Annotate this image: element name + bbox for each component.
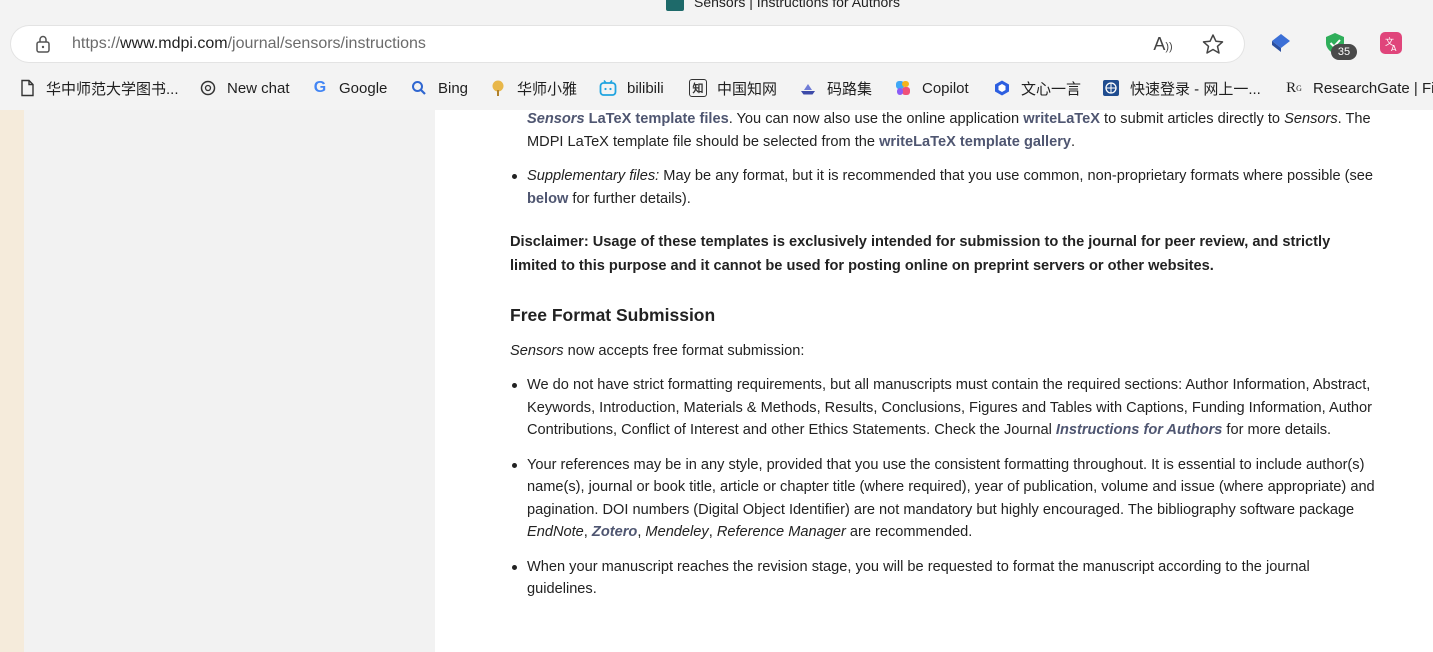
- mdpi-favicon-icon: [666, 0, 684, 11]
- extension-icon[interactable]: [1268, 30, 1294, 56]
- bookmark-label: bilibili: [627, 79, 664, 97]
- bookmark-item[interactable]: bilibili: [599, 78, 664, 98]
- intro-journal-name: Sensors: [510, 342, 564, 359]
- bookmark-item[interactable]: New chat: [199, 78, 290, 98]
- bookmark-label: 华中师范大学图书...: [46, 80, 179, 98]
- extension-badge: 35: [1331, 44, 1357, 60]
- bookmark-label: Bing: [438, 79, 469, 97]
- mendeley-text: Mendeley: [645, 524, 709, 540]
- requirements-text-after: for more details.: [1222, 422, 1332, 438]
- supplementary-text-1: May be any format, but it is recommended…: [659, 168, 1374, 184]
- tab-title: Sensors | Instructions for Authors: [694, 0, 900, 10]
- favorite-star-icon[interactable]: [1201, 33, 1225, 55]
- bookmark-label: 华师小雅: [517, 80, 578, 98]
- bookmark-label: 快速登录 - 网上一...: [1130, 80, 1261, 98]
- cnki-icon: 知: [689, 79, 707, 97]
- supplementary-label: Supplementary files:: [527, 168, 660, 184]
- bookmark-label: ResearchGate | Fin: [1313, 79, 1433, 97]
- title-bar: Sensors | Instructions for Authors: [0, 0, 1433, 22]
- journal-name: Sensors: [1284, 111, 1338, 127]
- below-link[interactable]: below: [527, 191, 568, 207]
- latex-text-1: . You can now also use the online applic…: [728, 111, 1024, 127]
- read-aloud-icon[interactable]: A)): [1151, 34, 1175, 54]
- reference-manager-text: Reference Manager: [716, 524, 846, 540]
- references-text: Your references may be in any style, pro…: [527, 456, 1375, 518]
- address-bar[interactable]: https://www.mdpi.com/journal/sensors/ins…: [11, 26, 1244, 62]
- researchgate-icon: RG: [1286, 79, 1302, 96]
- svg-text:A: A: [1391, 44, 1397, 53]
- list-item-references: Your references may be in any style, pro…: [510, 454, 1380, 544]
- latex-text-4: .: [1071, 133, 1076, 150]
- bookmark-item[interactable]: 华师小雅: [489, 78, 577, 98]
- active-tab[interactable]: Sensors | Instructions for Authors: [666, 0, 900, 11]
- bookmarks-bar: 华中师范大学图书... New chat G Google Bing 华师小雅 …: [0, 66, 1433, 111]
- bookmark-item[interactable]: 文心一言: [993, 78, 1081, 98]
- writelatex-gallery-link[interactable]: writeLaTeX template gallery: [879, 134, 1071, 150]
- url-path: /journal/sensors/instructions: [227, 35, 426, 52]
- instructions-for-authors-link[interactable]: Instructions for Authors: [1056, 422, 1222, 438]
- left-edge-strip: [0, 110, 24, 652]
- references-text-after: are recommended.: [845, 524, 973, 540]
- bookmark-label: 码路集: [827, 80, 873, 98]
- ship-icon: [801, 84, 815, 95]
- separator: ,: [708, 524, 717, 540]
- url-scheme: https://: [72, 35, 121, 52]
- url-text[interactable]: https://www.mdpi.com/journal/sensors/ins…: [72, 35, 426, 53]
- list-item-supplementary: Supplementary files: May be any format, …: [510, 165, 1380, 210]
- web-page: Sensors LaTeX template files. You can no…: [0, 110, 1433, 652]
- bookmark-item[interactable]: 快速登录 - 网上一...: [1102, 78, 1261, 98]
- browser-toolbar: https://www.mdpi.com/journal/sensors/ins…: [0, 22, 1433, 66]
- separator: ,: [583, 524, 592, 540]
- latex-text-2: to submit articles directly to: [1100, 111, 1285, 127]
- bookmark-item[interactable]: Copilot: [894, 78, 969, 98]
- globe-icon: [1103, 80, 1119, 96]
- bookmark-label: 文心一言: [1021, 80, 1082, 98]
- bookmark-item[interactable]: G Google: [311, 78, 388, 98]
- list-item-latex: Sensors LaTeX template files. You can no…: [510, 110, 1380, 153]
- bookmark-item[interactable]: 码路集: [799, 78, 872, 98]
- template-list: Sensors LaTeX template files. You can no…: [510, 110, 1380, 210]
- free-format-intro: Sensors now accepts free format submissi…: [510, 340, 1380, 363]
- free-format-heading: Free Format Submission: [510, 305, 716, 325]
- url-host: www.mdpi.com: [120, 35, 228, 52]
- bookmark-label: New chat: [227, 79, 290, 97]
- endnote-text: EndNote: [527, 524, 584, 540]
- zotero-link[interactable]: Zotero: [592, 524, 637, 540]
- document-icon: [21, 79, 34, 97]
- intro-text: now accepts free format submission:: [563, 342, 805, 359]
- bookmark-label: Copilot: [922, 79, 969, 97]
- free-format-list: We do not have strict formatting require…: [510, 374, 1380, 601]
- disclaimer-text: Disclaimer: Usage of these templates is …: [510, 234, 1331, 274]
- wenxin-icon: [995, 80, 1009, 96]
- bookmark-item[interactable]: RG ResearchGate | Fin: [1285, 78, 1433, 98]
- supplementary-text-2: for further details).: [568, 190, 691, 207]
- left-sidebar-panel: [24, 110, 435, 652]
- instructions-content: Sensors LaTeX template files. You can no…: [510, 110, 1380, 601]
- writelatex-link[interactable]: writeLaTeX: [1023, 111, 1100, 127]
- bookmark-item[interactable]: Bing: [410, 78, 468, 98]
- list-item-requirements: We do not have strict formatting require…: [510, 374, 1380, 442]
- bilibili-icon: [599, 80, 617, 96]
- tree-icon: [492, 80, 504, 96]
- bookmark-label: 中国知网: [717, 80, 778, 98]
- lock-icon[interactable]: [35, 35, 51, 53]
- list-item-revision: When your manuscript reaches the revisio…: [510, 556, 1380, 601]
- search-icon: [412, 81, 426, 95]
- bookmark-label: Google: [339, 79, 388, 97]
- copilot-icon: [896, 81, 910, 95]
- bookmark-item[interactable]: 知 中国知网: [689, 78, 777, 98]
- translate-extension-icon[interactable]: 文 A: [1378, 30, 1404, 56]
- bookmark-item[interactable]: 华中师范大学图书...: [18, 78, 179, 98]
- latex-template-link[interactable]: Sensors LaTeX template files: [527, 111, 729, 127]
- openai-icon: [200, 80, 216, 96]
- google-icon: G: [313, 79, 327, 96]
